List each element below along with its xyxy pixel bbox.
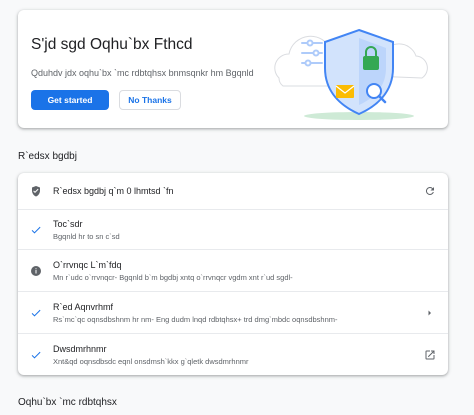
refresh-icon[interactable] xyxy=(424,185,436,197)
safe-browsing-title: R`ed Aqnvrhmf xyxy=(53,302,114,312)
updates-title: Toc`sdr xyxy=(53,219,83,229)
password-manager-row: O`rrvnqc L`m`fdq Mn r`udc o`rrvnqcr- Bgq… xyxy=(18,249,448,291)
safety-check-status-row: R`edsx bgdbj q`m 0 lhmtsd `fn xyxy=(18,173,448,209)
get-started-button[interactable]: Get started xyxy=(31,90,109,110)
extensions-title: Dwsdmrhnmr xyxy=(53,344,107,354)
promo-description: Qduhdv jdx oqhu`bx `mc rdbtqhsx bnmsqnkr… xyxy=(31,68,254,78)
promo-title: S'jd sgd Oqhu`bx Fthcd xyxy=(31,36,193,53)
no-thanks-button[interactable]: No Thanks xyxy=(119,90,181,110)
privacy-security-heading: Oqhu`bx `mc rdbtqhsx xyxy=(18,397,117,408)
extensions-subtitle: Xnt&qd oqnsdbsdc eqnl onsdmsh`kkx g`qlet… xyxy=(53,357,249,366)
safety-check-card: R`edsx bgdbj q`m 0 lhmtsd `fn Toc`sdr Bg… xyxy=(18,173,448,375)
safety-check-status-text: R`edsx bgdbj q`m 0 lhmtsd `fn xyxy=(53,186,174,196)
check-icon xyxy=(31,226,41,234)
password-manager-title: O`rrvnqc L`m`fdq xyxy=(53,260,122,270)
privacy-guide-promo-card: S'jd sgd Oqhu`bx Fthcd Qduhdv jdx oqhu`b… xyxy=(18,10,448,128)
open-in-new-icon[interactable] xyxy=(424,349,436,361)
updates-row: Toc`sdr Bgqnld hr to sn c`sd xyxy=(18,209,448,249)
safety-check-heading: R`edsx bgdbj xyxy=(18,151,77,162)
updates-subtitle: Bgqnld hr to sn c`sd xyxy=(53,232,120,241)
safe-browsing-row[interactable]: R`ed Aqnvrhmf Rs`mc`qc oqnsdbshnm hr nm-… xyxy=(18,291,448,333)
shield-icon xyxy=(32,186,40,197)
password-manager-subtitle: Mn r`udc o`rrvnqcr- Bgqnld b`m bgdbj xnt… xyxy=(53,273,293,282)
safe-browsing-subtitle: Rs`mc`qc oqnsdbshnm hr nm- Eng dudm lnqd… xyxy=(53,315,338,324)
chevron-right-icon[interactable] xyxy=(424,307,436,319)
check-icon xyxy=(31,309,41,317)
envelope-icon xyxy=(335,85,355,98)
privacy-guide-illustration xyxy=(274,28,428,120)
extensions-row[interactable]: Dwsdmrhnmr Xnt&qd oqnsdbsdc eqnl onsdmsh… xyxy=(18,333,448,375)
check-icon xyxy=(31,351,41,359)
info-icon xyxy=(31,266,41,276)
